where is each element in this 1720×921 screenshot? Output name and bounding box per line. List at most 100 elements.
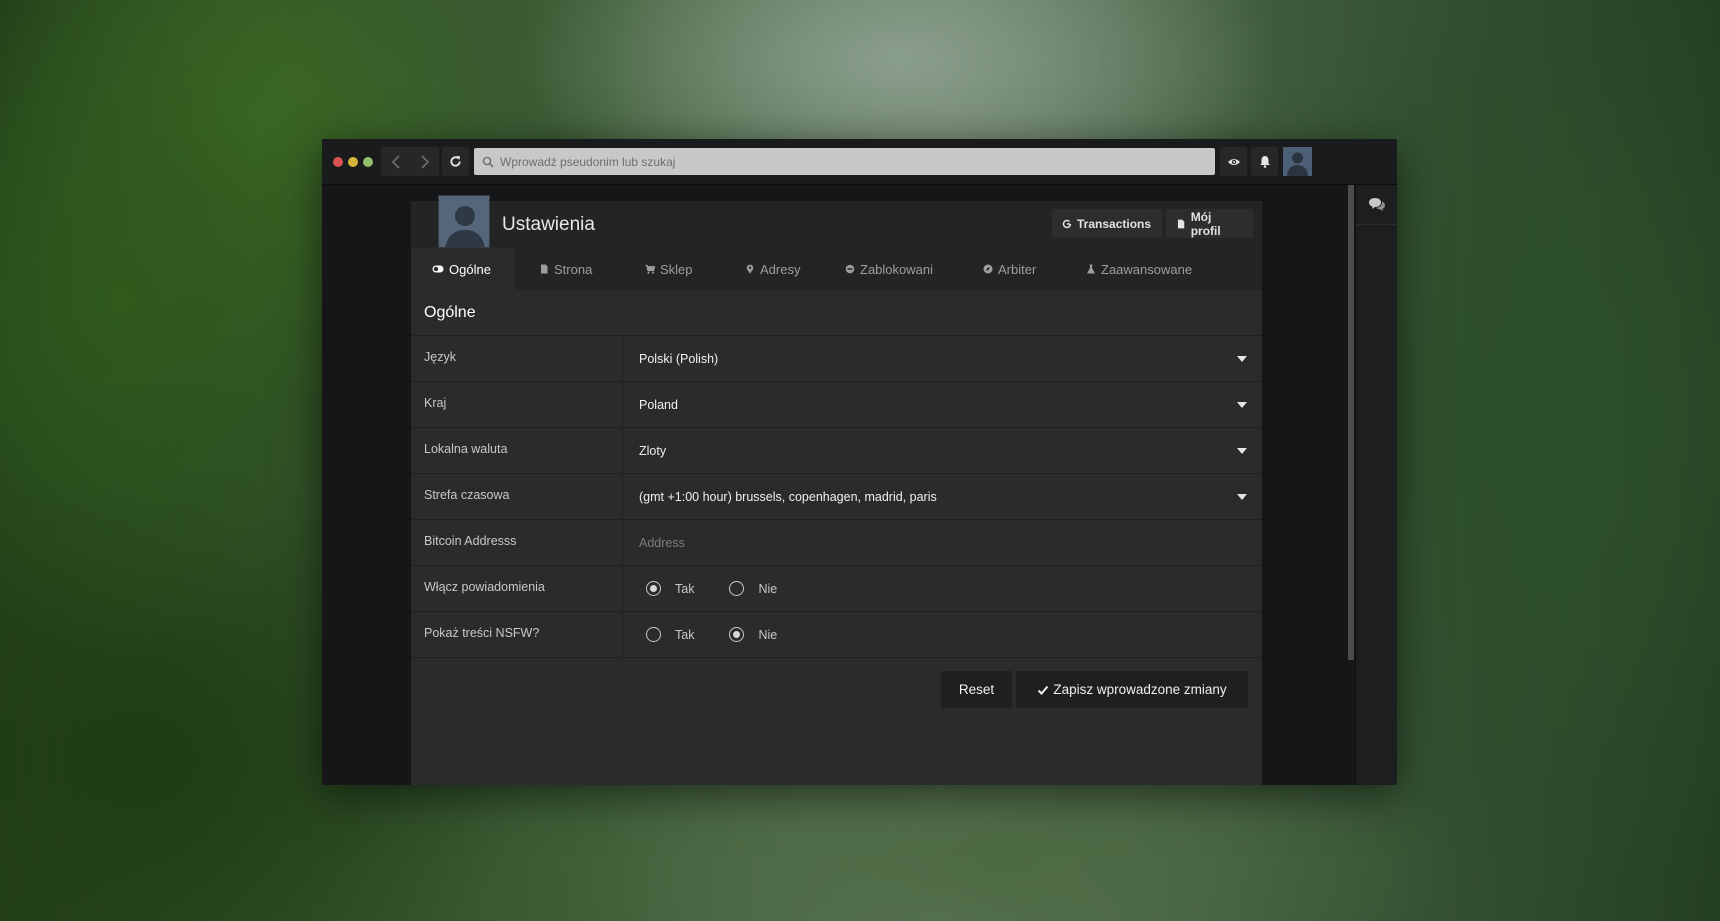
reset-button[interactable]: Reset bbox=[941, 671, 1012, 708]
notifications-row: Włącz powiadomienia Tak Nie bbox=[411, 566, 1262, 612]
timezone-row: Strefa czasowa (gmt +1:00 hour) brussels… bbox=[411, 474, 1262, 520]
tab-sklep[interactable]: Sklep bbox=[645, 248, 693, 290]
radio-circle bbox=[646, 581, 661, 596]
radio-label: Tak bbox=[675, 581, 695, 596]
eye-icon bbox=[1227, 158, 1240, 165]
my-profile-label: Mój profil bbox=[1190, 209, 1221, 238]
tab-arbiter[interactable]: Arbiter bbox=[983, 248, 1036, 290]
user-avatar[interactable] bbox=[1283, 147, 1312, 176]
avatar-silhouette-icon bbox=[439, 196, 489, 247]
history-icon bbox=[1062, 219, 1072, 228]
visibility-button[interactable] bbox=[1220, 147, 1247, 176]
title-bar bbox=[322, 139, 1397, 185]
settings-panel: Ustawienia Transactions Mój profil Ogóln… bbox=[411, 195, 1262, 785]
radio-circle bbox=[646, 627, 661, 642]
tab-label: Zaawansowane bbox=[1101, 261, 1193, 277]
maximize-window-button[interactable] bbox=[363, 157, 373, 167]
radio-label: Nie bbox=[758, 627, 778, 642]
search-icon bbox=[482, 156, 494, 168]
tab-adresy[interactable]: Adresy bbox=[745, 248, 800, 290]
currency-select[interactable]: Zloty bbox=[623, 428, 1262, 473]
side-panel bbox=[1355, 185, 1397, 785]
transactions-label: Transactions bbox=[1077, 216, 1152, 231]
country-row: Kraj Poland bbox=[411, 382, 1262, 428]
block-icon bbox=[845, 264, 855, 274]
tab-label: Zablokowani bbox=[860, 261, 933, 277]
bitcoin-label: Bitcoin Addresss bbox=[411, 520, 623, 565]
flask-icon bbox=[1087, 264, 1095, 274]
address-bar[interactable] bbox=[474, 148, 1215, 175]
checkmark-icon bbox=[1038, 685, 1049, 695]
tab-ogolne[interactable]: Ogólne bbox=[411, 248, 515, 290]
page-title: Ustawienia bbox=[502, 214, 595, 235]
search-input[interactable] bbox=[500, 154, 1197, 169]
nsfw-label: Pokaż treści NSFW? bbox=[411, 612, 623, 657]
notifications-button[interactable] bbox=[1251, 147, 1278, 176]
currency-value: Zloty bbox=[639, 443, 667, 458]
close-window-button[interactable] bbox=[333, 157, 343, 167]
section-title: Ogólne bbox=[411, 290, 1262, 336]
bell-icon bbox=[1259, 156, 1270, 168]
currency-row: Lokalna waluta Zloty bbox=[411, 428, 1262, 474]
tab-label: Ogólne bbox=[449, 261, 491, 277]
tab-zaawansowane[interactable]: Zaawansowane bbox=[1086, 248, 1192, 290]
radio-circle bbox=[729, 581, 745, 596]
toggle-icon bbox=[432, 265, 444, 273]
cart-icon bbox=[645, 264, 655, 274]
radio-label: Tak bbox=[675, 627, 695, 642]
save-changes-label: Zapisz wprowadzone zmiany bbox=[1053, 682, 1227, 697]
caret-down-icon bbox=[1237, 494, 1247, 500]
caret-down-icon bbox=[1237, 402, 1247, 408]
bitcoin-address-input[interactable] bbox=[639, 535, 1200, 550]
scrollbar-thumb[interactable] bbox=[1348, 185, 1354, 660]
transactions-button[interactable]: Transactions bbox=[1052, 209, 1162, 238]
notifications-label: Włącz powiadomienia bbox=[411, 566, 623, 611]
caret-down-icon bbox=[1237, 448, 1247, 454]
chat-button[interactable] bbox=[1356, 185, 1397, 225]
tab-strona[interactable]: Strona bbox=[539, 248, 592, 290]
notifications-yes-radio[interactable]: Tak bbox=[646, 581, 694, 596]
caret-down-icon bbox=[1237, 356, 1247, 362]
tab-label: Strona bbox=[554, 261, 593, 277]
chevron-left-icon bbox=[391, 154, 400, 169]
back-button[interactable] bbox=[381, 147, 410, 176]
chat-icon bbox=[1369, 198, 1385, 211]
app-window: Ustawienia Transactions Mój profil bbox=[322, 139, 1397, 785]
my-profile-button[interactable]: Mój profil bbox=[1166, 209, 1253, 238]
nav-buttons bbox=[381, 147, 439, 176]
form-actions: Reset Zapisz wprowadzone zmiany bbox=[411, 658, 1262, 728]
tab-label: Adresy bbox=[760, 261, 801, 277]
minimize-window-button[interactable] bbox=[348, 157, 358, 167]
nsfw-no-radio[interactable]: Nie bbox=[729, 627, 777, 642]
language-select[interactable]: Polski (Polish) bbox=[623, 336, 1262, 381]
tab-label: Arbiter bbox=[998, 261, 1037, 277]
nsfw-row: Pokaż treści NSFW? Tak Nie bbox=[411, 612, 1262, 658]
forward-button[interactable] bbox=[410, 147, 439, 176]
bitcoin-row: Bitcoin Addresss bbox=[411, 520, 1262, 566]
chevron-right-icon bbox=[420, 154, 429, 169]
reload-icon bbox=[450, 155, 461, 167]
notifications-no-radio[interactable]: Nie bbox=[729, 581, 777, 596]
country-select[interactable]: Poland bbox=[623, 382, 1262, 427]
tab-label: Sklep bbox=[660, 261, 693, 277]
notifications-options: Tak Nie bbox=[623, 566, 1262, 611]
radio-circle bbox=[729, 627, 745, 642]
nsfw-yes-radio[interactable]: Tak bbox=[646, 627, 694, 642]
language-value: Polski (Polish) bbox=[639, 351, 719, 366]
tab-zablokowani[interactable]: Zablokowani bbox=[845, 248, 933, 290]
currency-label: Lokalna waluta bbox=[411, 428, 623, 473]
timezone-label: Strefa czasowa bbox=[411, 474, 623, 519]
reload-button[interactable] bbox=[442, 147, 469, 176]
nsfw-options: Tak Nie bbox=[623, 612, 1262, 657]
profile-avatar bbox=[438, 195, 490, 248]
country-label: Kraj bbox=[411, 382, 623, 427]
map-pin-icon bbox=[746, 264, 754, 274]
avatar-silhouette-icon bbox=[1283, 147, 1312, 176]
compass-icon bbox=[983, 264, 993, 274]
timezone-select[interactable]: (gmt +1:00 hour) brussels, copenhagen, m… bbox=[623, 474, 1262, 519]
save-changes-button[interactable]: Zapisz wprowadzone zmiany bbox=[1016, 671, 1248, 708]
timezone-value: (gmt +1:00 hour) brussels, copenhagen, m… bbox=[639, 489, 937, 504]
settings-tabs: Ogólne Strona Sklep Adresy Zablokowani A… bbox=[411, 248, 1262, 290]
radio-label: Nie bbox=[758, 581, 778, 596]
page-icon bbox=[541, 264, 548, 274]
